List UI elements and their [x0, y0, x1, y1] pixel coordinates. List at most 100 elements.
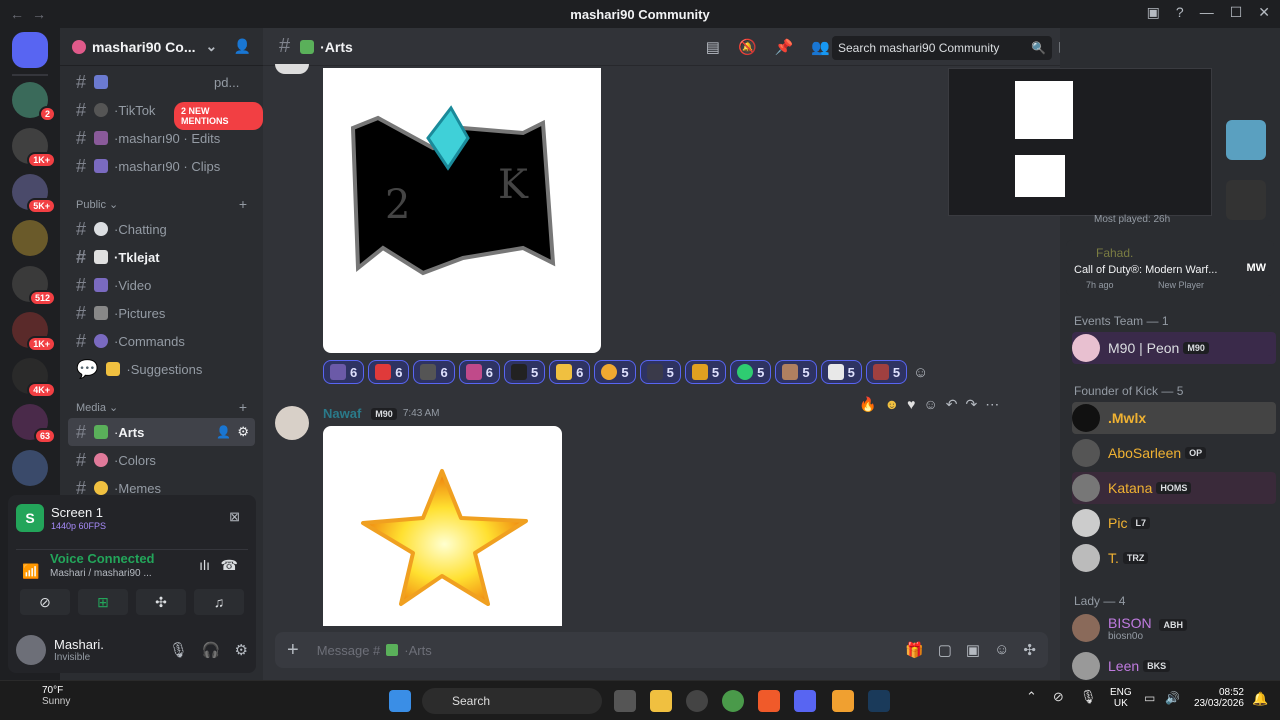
- activity-card[interactable]: Fahad. Call of Duty®: Modern Warf... 7h …: [1066, 240, 1274, 296]
- reaction-chip[interactable]: 5: [820, 360, 862, 384]
- category-public[interactable]: Public ⌄: [76, 198, 118, 211]
- activity-preview[interactable]: [948, 68, 1212, 216]
- category-media[interactable]: Media ⌄: [76, 401, 118, 414]
- gif-icon[interactable]: ▢: [938, 641, 952, 659]
- channel-item-tklejat[interactable]: # · Tklejat: [68, 243, 255, 271]
- reaction-chip[interactable]: 6: [368, 360, 410, 384]
- add-member-icon[interactable]: 👤: [234, 38, 251, 55]
- member-item[interactable]: Leen BKS: [1072, 650, 1272, 682]
- server-icon[interactable]: 1K+: [12, 312, 56, 352]
- search-input[interactable]: Search mashari90 Community 🔍: [832, 36, 1052, 60]
- nav-arrows[interactable]: ←→: [10, 6, 54, 22]
- gear-icon[interactable]: ⚙: [237, 424, 249, 440]
- microphone-icon[interactable]: 🎙: [1080, 689, 1097, 705]
- language[interactable]: ENG UK: [1110, 687, 1132, 709]
- chrome-icon[interactable]: [722, 690, 744, 712]
- clock[interactable]: 08:52 23/03/2026: [1192, 687, 1244, 709]
- member-item[interactable]: .Mwlx: [1072, 402, 1276, 434]
- reaction-chip[interactable]: 5: [639, 360, 681, 384]
- maximize-button[interactable]: ☐: [1230, 4, 1243, 21]
- discord-icon[interactable]: [794, 690, 816, 712]
- avatar[interactable]: [16, 634, 46, 665]
- gear-icon[interactable]: ⚙: [235, 641, 248, 659]
- weather-widget[interactable]: 70°F Sunny: [26, 685, 70, 707]
- member-item[interactable]: T. TRZ: [1072, 542, 1272, 574]
- reaction-chip[interactable]: 6: [549, 360, 591, 384]
- notification-icon[interactable]: 🔔: [1252, 691, 1268, 707]
- gift-icon[interactable]: 🎁: [905, 641, 924, 659]
- reaction-chip[interactable]: 5: [684, 360, 727, 384]
- server-icon[interactable]: 63: [12, 404, 56, 444]
- add-attachment-icon[interactable]: +: [287, 639, 299, 662]
- stop-stream-icon[interactable]: ⊠: [229, 509, 240, 525]
- image-attachment[interactable]: [323, 426, 562, 626]
- volume-icon[interactable]: 🔊: [1165, 691, 1180, 705]
- app-icon[interactable]: [832, 690, 854, 712]
- reaction-chip[interactable]: 5: [730, 360, 772, 384]
- soundboard-button[interactable]: ♫: [194, 589, 244, 615]
- channel-item-arts[interactable]: # · Arts 👤 ⚙: [68, 418, 255, 446]
- server-icon[interactable]: [12, 220, 48, 256]
- members-icon[interactable]: 👥: [811, 38, 830, 56]
- microphone-icon[interactable]: 🎙: [169, 641, 188, 659]
- channel-item-pictures[interactable]: # · Pictures: [68, 299, 255, 327]
- monitor-icon[interactable]: ▭: [1144, 691, 1155, 705]
- notification-off-icon[interactable]: 🔕: [738, 38, 757, 56]
- reaction-chip[interactable]: 5: [594, 360, 636, 384]
- share-screen-button[interactable]: ⊞: [78, 589, 128, 615]
- threads-icon[interactable]: ▤: [706, 38, 720, 56]
- reaction-chip[interactable]: 5: [503, 360, 546, 384]
- server-icon[interactable]: 1K+: [12, 128, 56, 168]
- network-off-icon[interactable]: ⊘: [1053, 689, 1064, 705]
- reaction-chip[interactable]: 6: [413, 360, 455, 384]
- close-button[interactable]: ✕: [1258, 4, 1270, 21]
- camera-off-button[interactable]: ⊘: [20, 589, 70, 615]
- emoji-icon[interactable]: ☺: [994, 641, 1009, 659]
- apps-icon[interactable]: ✣: [1023, 641, 1036, 659]
- channel-item-suggestions[interactable]: 💬 · Suggestions: [68, 355, 255, 383]
- invite-icon[interactable]: 👤: [216, 425, 231, 439]
- pin-icon[interactable]: 📌: [775, 38, 794, 56]
- add-channel-icon[interactable]: +: [239, 399, 247, 415]
- member-item[interactable]: Pic L7: [1072, 507, 1272, 539]
- windows-start-icon[interactable]: [389, 690, 411, 712]
- app-icon[interactable]: [686, 690, 708, 712]
- channel-item[interactable]: # pd...: [68, 68, 255, 96]
- new-mentions-banner[interactable]: 2 NEW MENTIONS: [174, 102, 263, 130]
- reaction-chip[interactable]: 6: [458, 360, 500, 384]
- member-item[interactable]: BISON ABH biosn0o: [1072, 612, 1272, 644]
- channel-item-commands[interactable]: # · Commands: [68, 327, 255, 355]
- reaction-chip[interactable]: 6: [323, 360, 365, 384]
- member-item[interactable]: M90 | Peon M90: [1072, 332, 1276, 364]
- steam-icon[interactable]: [868, 690, 890, 712]
- add-channel-icon[interactable]: +: [239, 196, 247, 212]
- activities-button[interactable]: ✣: [136, 589, 186, 615]
- reaction-chip[interactable]: 5: [775, 360, 817, 384]
- disconnect-icon[interactable]: ☎: [221, 557, 238, 574]
- voice-status[interactable]: Voice Connected: [50, 551, 155, 566]
- user-info[interactable]: Mashari. Invisible: [54, 637, 104, 663]
- brave-icon[interactable]: [758, 690, 780, 712]
- noise-suppression-icon[interactable]: ılı: [199, 557, 210, 573]
- voice-location[interactable]: Mashari / mashari90 ...: [50, 568, 152, 579]
- member-item[interactable]: AboSarleen OP: [1072, 437, 1272, 469]
- guild-header[interactable]: mashari90 Co... ⌄ 👤: [60, 28, 263, 66]
- server-icon[interactable]: 2: [12, 82, 56, 122]
- inbox-icon[interactable]: ▣: [1147, 4, 1160, 21]
- channel-item-chatting[interactable]: # · Chatting: [68, 215, 255, 243]
- server-icon[interactable]: 4K+: [12, 358, 56, 398]
- add-reaction-icon[interactable]: ☺: [913, 364, 928, 381]
- avatar[interactable]: [275, 406, 309, 440]
- image-attachment[interactable]: 2 K: [323, 68, 601, 353]
- headphones-icon[interactable]: 🎧: [202, 641, 221, 659]
- taskbar-search[interactable]: Search: [422, 688, 602, 714]
- message-composer[interactable]: + Message # · Arts 🎁 ▢ ▣ ☺ ✣: [275, 632, 1048, 668]
- server-icon[interactable]: [12, 450, 48, 486]
- channel-item-clips[interactable]: # · masharı90 · Clips: [68, 152, 255, 180]
- member-item[interactable]: Katana HOMS: [1072, 472, 1276, 504]
- file-explorer-icon[interactable]: [650, 690, 672, 712]
- help-icon[interactable]: ?: [1176, 4, 1184, 21]
- sticker-icon[interactable]: ▣: [966, 641, 980, 659]
- task-view-icon[interactable]: [614, 690, 636, 712]
- author-name[interactable]: Nawaf: [323, 406, 361, 421]
